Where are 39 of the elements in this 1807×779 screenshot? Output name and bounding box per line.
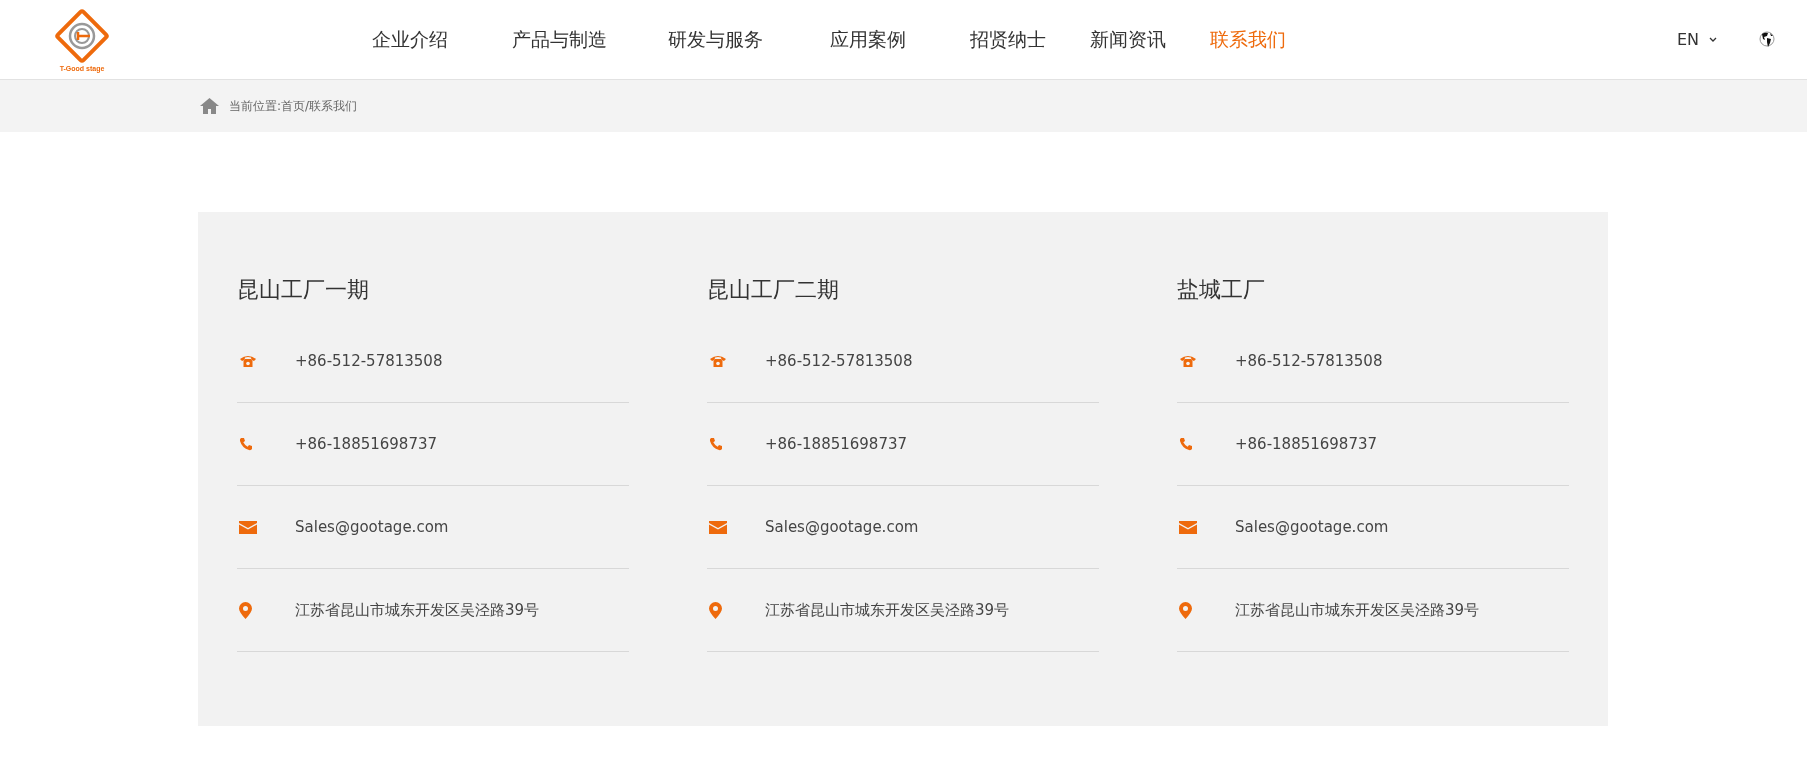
contact-text: +86-512-57813508	[1235, 352, 1383, 370]
language-selector[interactable]: EN	[1676, 30, 1717, 49]
contact-text: Sales@gootage.com	[1235, 518, 1389, 536]
nav-link[interactable]: 研发与服务	[664, 26, 767, 53]
contact-text: 江苏省昆山市城东开发区吴泾路39号	[765, 600, 1010, 620]
telephone-icon	[1179, 354, 1197, 368]
location-pin-icon	[709, 601, 722, 619]
nav-link[interactable]: 企业介绍	[368, 26, 452, 53]
contact-text: +86-18851698737	[295, 435, 438, 453]
envelope-icon	[709, 520, 727, 534]
contact-text: Sales@gootage.com	[295, 518, 449, 536]
contact-text: 江苏省昆山市城东开发区吴泾路39号	[295, 600, 540, 620]
location-pin-icon	[1179, 601, 1192, 619]
location-title: 昆山工厂二期	[707, 276, 840, 304]
nav-link[interactable]: 新闻资讯	[1086, 26, 1170, 53]
envelope-icon	[239, 520, 257, 534]
envelope-icon	[1179, 520, 1197, 534]
nav-link[interactable]: 产品与制造	[508, 26, 611, 53]
phone-icon	[709, 437, 723, 451]
contact-text: Sales@gootage.com	[765, 518, 919, 536]
contact-text: +86-18851698737	[765, 435, 908, 453]
location-title: 盐城工厂	[1177, 276, 1266, 304]
contact-text: +86-18851698737	[1235, 435, 1378, 453]
nav-link[interactable]: 招贤纳士	[966, 26, 1050, 53]
location-pin-icon	[239, 601, 252, 619]
contact-text: +86-512-57813508	[765, 352, 913, 370]
contact-text: +86-512-57813508	[295, 352, 443, 370]
phone-icon	[239, 437, 253, 451]
chevron-down-icon	[1709, 37, 1717, 42]
telephone-icon	[709, 354, 727, 368]
breadcrumb-text: 当前位置:首页/联系我们	[229, 97, 358, 115]
location-title: 昆山工厂一期	[237, 276, 370, 304]
telephone-icon	[239, 354, 257, 368]
globe-icon[interactable]	[1759, 31, 1775, 48]
home-icon[interactable]	[200, 98, 219, 114]
nav-link[interactable]: 应用案例	[826, 26, 910, 53]
phone-icon	[1179, 437, 1193, 451]
contact-text: 江苏省昆山市城东开发区吴泾路39号	[1235, 600, 1480, 620]
logo-icon	[54, 7, 110, 64]
